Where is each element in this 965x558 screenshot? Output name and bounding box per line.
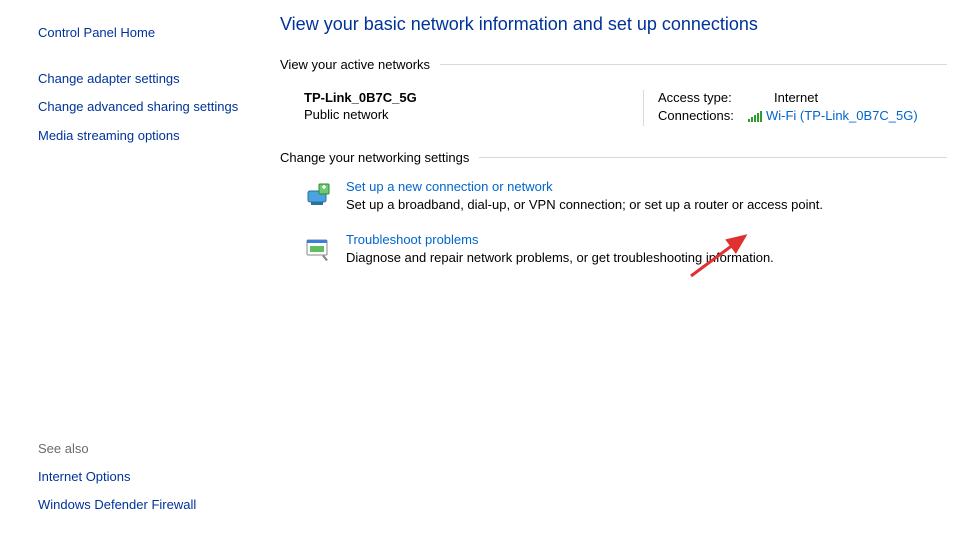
sidebar: Control Panel Home Change adapter settin… bbox=[0, 0, 260, 558]
setup-connection-item: Set up a new connection or network Set u… bbox=[304, 179, 947, 212]
see-also-label: See also bbox=[38, 441, 242, 456]
network-summary: TP-Link_0B7C_5G Public network bbox=[304, 90, 644, 126]
active-networks-header: View your active networks bbox=[280, 57, 947, 72]
divider bbox=[479, 157, 947, 158]
setup-connection-link[interactable]: Set up a new connection or network bbox=[346, 179, 553, 194]
settings-list: Set up a new connection or network Set u… bbox=[280, 179, 947, 265]
change-advanced-sharing-link[interactable]: Change advanced sharing settings bbox=[38, 98, 242, 116]
setup-connection-desc: Set up a broadband, dial-up, or VPN conn… bbox=[346, 197, 823, 212]
main-content: View your basic network information and … bbox=[260, 0, 965, 558]
page-title: View your basic network information and … bbox=[280, 14, 947, 35]
wifi-connection-link[interactable]: Wi-Fi (TP-Link_0B7C_5G) bbox=[766, 108, 918, 123]
setup-connection-icon bbox=[304, 181, 334, 211]
access-type-label: Access type: bbox=[658, 90, 748, 105]
media-streaming-options-link[interactable]: Media streaming options bbox=[38, 127, 242, 145]
windows-defender-firewall-link[interactable]: Windows Defender Firewall bbox=[38, 496, 242, 514]
troubleshoot-desc: Diagnose and repair network problems, or… bbox=[346, 250, 774, 265]
access-type-value: Internet bbox=[774, 90, 818, 105]
divider bbox=[440, 64, 947, 65]
wifi-signal-icon bbox=[748, 110, 762, 122]
change-settings-header-text: Change your networking settings bbox=[280, 150, 469, 165]
active-networks-header-text: View your active networks bbox=[280, 57, 430, 72]
troubleshoot-item: Troubleshoot problems Diagnose and repai… bbox=[304, 232, 947, 265]
troubleshoot-icon bbox=[304, 234, 334, 264]
network-type: Public network bbox=[304, 107, 633, 122]
change-settings-header: Change your networking settings bbox=[280, 150, 947, 165]
network-name: TP-Link_0B7C_5G bbox=[304, 90, 633, 105]
troubleshoot-link[interactable]: Troubleshoot problems bbox=[346, 232, 478, 247]
control-panel-home-link[interactable]: Control Panel Home bbox=[38, 24, 242, 42]
change-adapter-settings-link[interactable]: Change adapter settings bbox=[38, 70, 242, 88]
active-networks-body: TP-Link_0B7C_5G Public network Access ty… bbox=[280, 86, 947, 150]
network-details: Access type: Internet Connections: Wi-Fi… bbox=[644, 90, 947, 126]
connections-label: Connections: bbox=[658, 108, 748, 123]
internet-options-link[interactable]: Internet Options bbox=[38, 468, 242, 486]
